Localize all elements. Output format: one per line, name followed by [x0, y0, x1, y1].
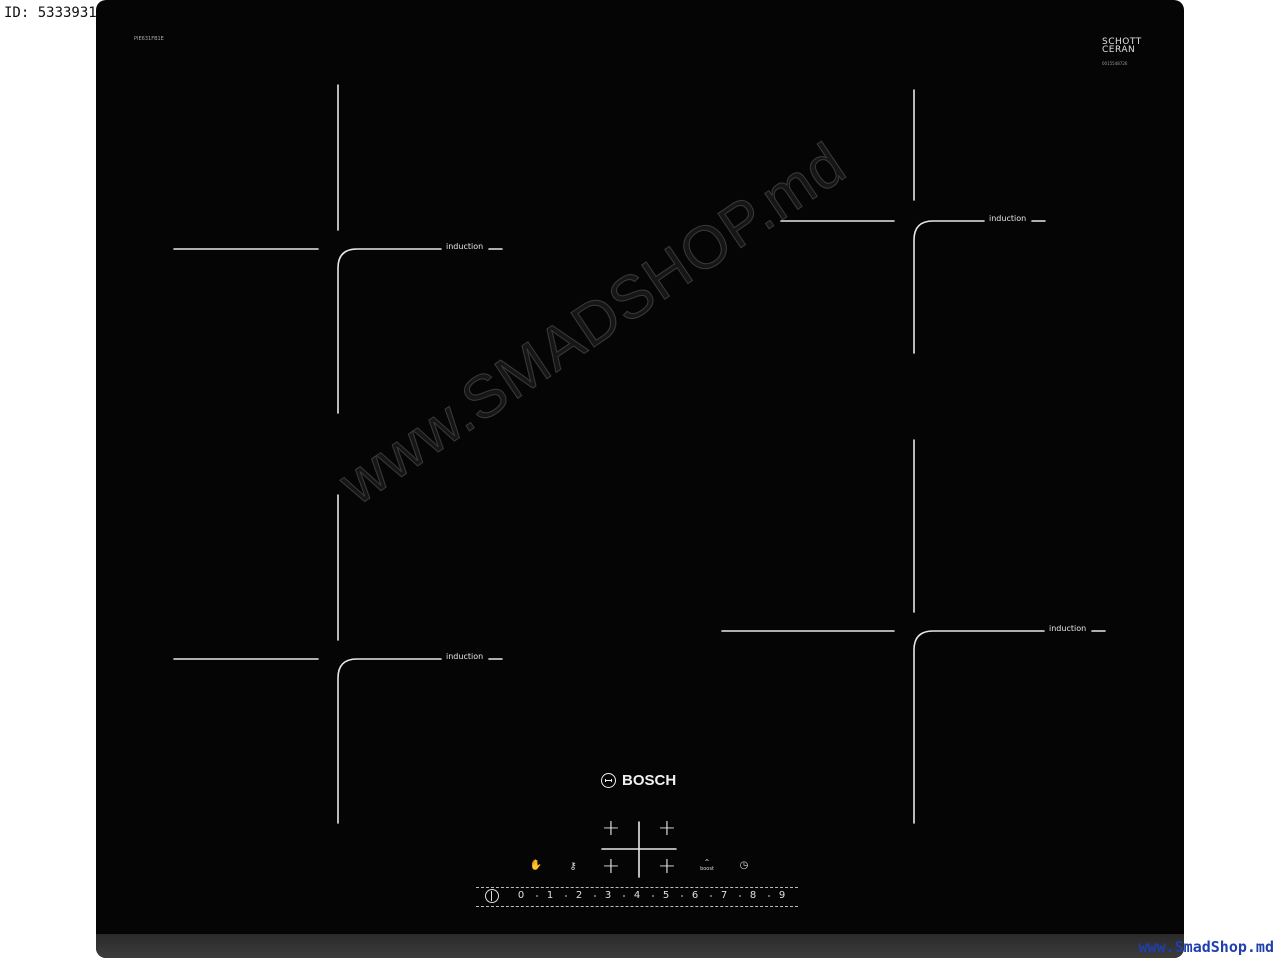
level-0[interactable]: 0 [514, 890, 528, 901]
boost-label: boost [700, 866, 714, 872]
level-dot [710, 895, 712, 897]
zone-tl-corner [337, 248, 442, 414]
level-5[interactable]: 5 [659, 890, 673, 901]
bosch-brand: BOSCH [601, 772, 676, 789]
zone-tr-induction-label: induction [989, 214, 1027, 223]
level-dot [681, 895, 683, 897]
level-dot [652, 895, 654, 897]
key-lock-icon[interactable]: ⚷ [563, 861, 583, 872]
zone-select-plus-icon-tr[interactable]: + [657, 818, 677, 840]
cooking-zone-markings [173, 84, 1106, 878]
level-2[interactable]: 2 [572, 890, 586, 901]
zone-br-induction-label: induction [1049, 624, 1087, 633]
power-level-slider[interactable]: 0 1 2 3 4 5 6 7 8 9 [476, 887, 798, 907]
brand-name: BOSCH [622, 772, 677, 789]
level-1[interactable]: 1 [543, 890, 557, 901]
level-9[interactable]: 9 [775, 890, 789, 901]
level-8[interactable]: 8 [746, 890, 760, 901]
cooktop-front-edge [96, 934, 1184, 958]
level-dot [768, 895, 770, 897]
zone-bl-corner [337, 658, 442, 824]
bosch-logo-icon [601, 773, 616, 788]
level-3[interactable]: 3 [601, 890, 615, 901]
level-dot [536, 895, 538, 897]
level-dot [565, 895, 567, 897]
zone-bl-induction-label: induction [446, 652, 484, 661]
level-dot [594, 895, 596, 897]
zone-select-plus-icon-br[interactable]: + [657, 856, 677, 878]
hand-icon[interactable]: ✋ [526, 860, 546, 871]
induction-cooktop: PIE631FB1E SCHOTT CERAN 0015548726 induc… [96, 0, 1184, 958]
level-6[interactable]: 6 [688, 890, 702, 901]
level-7[interactable]: 7 [717, 890, 731, 901]
zone-tl-induction-label: induction [446, 242, 484, 251]
power-icon[interactable] [485, 889, 499, 903]
zone-select-plus-icon-bl[interactable]: + [601, 856, 621, 878]
image-id-label: ID: 5333931 [4, 5, 97, 21]
level-dot [739, 895, 741, 897]
slider-rail-bottom [476, 906, 798, 907]
zone-tr-corner [913, 220, 985, 354]
boost-button[interactable]: ⌃ boost [697, 859, 717, 872]
level-dot [623, 895, 625, 897]
slider-rail-top [476, 887, 798, 888]
site-credit: www.SmadShop.md [1138, 938, 1274, 956]
zone-select-plus-icon-tl[interactable]: + [601, 818, 621, 840]
timer-icon[interactable]: ◷ [734, 860, 754, 871]
zone-br-corner [913, 630, 1045, 824]
level-4[interactable]: 4 [630, 890, 644, 901]
